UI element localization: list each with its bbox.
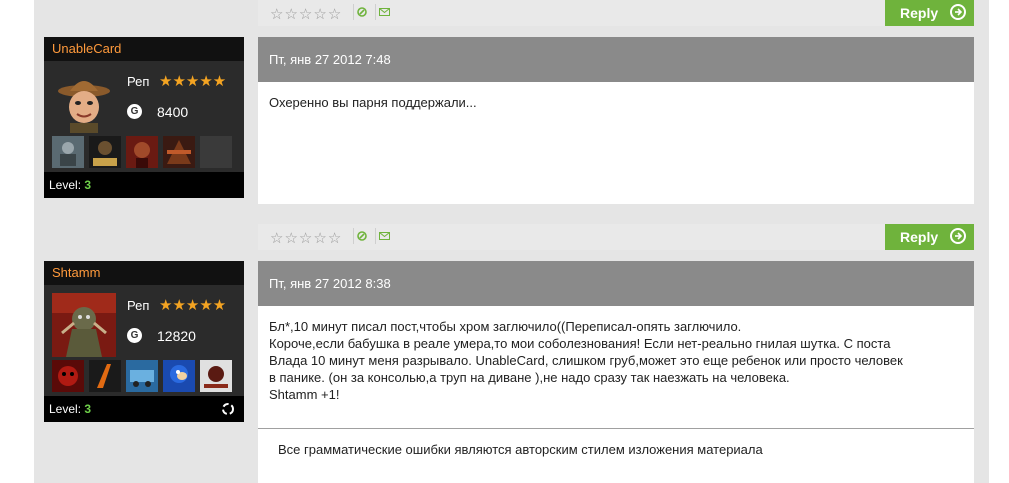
star-icon[interactable]: ☆ bbox=[284, 231, 297, 246]
gamerscore: 8400 bbox=[157, 104, 189, 120]
username[interactable]: UnableCard bbox=[44, 37, 244, 61]
link-icon[interactable] bbox=[353, 4, 370, 20]
username[interactable]: Shtamm bbox=[44, 261, 244, 285]
arrow-right-icon bbox=[950, 228, 966, 244]
star-icon[interactable]: ☆ bbox=[270, 231, 283, 246]
game-tile[interactable] bbox=[126, 360, 158, 392]
post-text-line: Влада 10 минут меня разрывало. UnableCar… bbox=[269, 353, 903, 368]
game-tile[interactable] bbox=[89, 360, 121, 392]
reply-label: Reply bbox=[900, 5, 939, 21]
user-card: Shtamm Реп ★★★★★ G 12820 Level: 3 bbox=[44, 261, 244, 422]
post-text-line: Короче,если бабушка в реале умера,то мои… bbox=[269, 336, 891, 351]
star-icon[interactable]: ☆ bbox=[299, 7, 312, 22]
post-date: Пт, янв 27 2012 8:38 bbox=[269, 276, 391, 291]
level-row: Level: 3 bbox=[44, 172, 244, 198]
post-text-line: Бл*,10 минут писал пост,чтобы хром заглю… bbox=[269, 319, 742, 334]
post-date: Пт, янв 27 2012 7:48 bbox=[269, 52, 391, 67]
link-icon[interactable] bbox=[353, 228, 370, 244]
game-tile[interactable] bbox=[163, 360, 195, 392]
game-tile[interactable] bbox=[163, 136, 195, 168]
level-label: Level: bbox=[49, 402, 82, 416]
post-action-bar: ☆ ☆ ☆ ☆ ☆ Reply bbox=[258, 224, 974, 250]
star-icon[interactable]: ☆ bbox=[313, 231, 326, 246]
post-body: Охеренно вы парня поддержали... bbox=[258, 82, 974, 204]
reply-button[interactable]: Reply bbox=[885, 224, 974, 250]
game-tile[interactable] bbox=[126, 136, 158, 168]
game-tile[interactable] bbox=[52, 360, 84, 392]
star-icon[interactable]: ☆ bbox=[284, 7, 297, 22]
level-value: 3 bbox=[84, 178, 92, 192]
game-tile[interactable] bbox=[89, 136, 121, 168]
message-icon[interactable] bbox=[375, 4, 392, 20]
star-icon[interactable]: ☆ bbox=[313, 7, 326, 22]
post-date-header: Пт, янв 27 2012 8:38 bbox=[258, 261, 974, 306]
post-text-line: Shtamm +1! bbox=[269, 387, 340, 402]
avatar[interactable] bbox=[52, 69, 116, 133]
avatar[interactable] bbox=[52, 293, 116, 357]
gamerscore: 12820 bbox=[157, 328, 196, 344]
loading-spinner-icon bbox=[222, 403, 234, 415]
level-row: Level: 3 bbox=[44, 396, 244, 422]
gamerscore-icon: G bbox=[127, 328, 142, 343]
star-icon[interactable]: ☆ bbox=[328, 231, 341, 246]
gamerscore-icon: G bbox=[127, 104, 142, 119]
rep-label: Реп bbox=[127, 298, 150, 313]
rep-stars: ★★★★★ bbox=[159, 72, 227, 90]
level-value: 3 bbox=[84, 402, 92, 416]
rep-label: Реп bbox=[127, 74, 150, 89]
post-date-header: Пт, янв 27 2012 7:48 bbox=[258, 37, 974, 82]
star-icon[interactable]: ☆ bbox=[299, 231, 312, 246]
post-action-bar: ☆ ☆ ☆ ☆ ☆ Reply bbox=[258, 0, 974, 26]
rating-stars[interactable]: ☆ ☆ ☆ ☆ ☆ bbox=[270, 231, 341, 246]
game-tile-empty bbox=[200, 136, 232, 168]
arrow-right-icon bbox=[950, 4, 966, 20]
rating-stars[interactable]: ☆ ☆ ☆ ☆ ☆ bbox=[270, 7, 341, 22]
rep-stars: ★★★★★ bbox=[159, 296, 227, 314]
post-signature: Все грамматические ошибки являются автор… bbox=[258, 428, 974, 483]
reply-label: Reply bbox=[900, 229, 939, 245]
recent-games bbox=[52, 136, 232, 168]
recent-games bbox=[52, 360, 232, 392]
star-icon[interactable]: ☆ bbox=[270, 7, 283, 22]
signature-text: Все грамматические ошибки являются автор… bbox=[278, 442, 763, 457]
post-text-line: в панике. (он за консолью,а труп на дива… bbox=[269, 370, 790, 385]
game-tile[interactable] bbox=[52, 136, 84, 168]
post-text-line: Охеренно вы парня поддержали... bbox=[269, 95, 477, 110]
star-icon[interactable]: ☆ bbox=[328, 7, 341, 22]
message-icon[interactable] bbox=[375, 228, 392, 244]
game-tile[interactable] bbox=[200, 360, 232, 392]
user-card: UnableCard Реп ★★★★★ G 8400 Level: 3 bbox=[44, 37, 244, 198]
level-label: Level: bbox=[49, 178, 82, 192]
reply-button[interactable]: Reply bbox=[885, 0, 974, 26]
post-body: Бл*,10 минут писал пост,чтобы хром заглю… bbox=[258, 306, 974, 428]
